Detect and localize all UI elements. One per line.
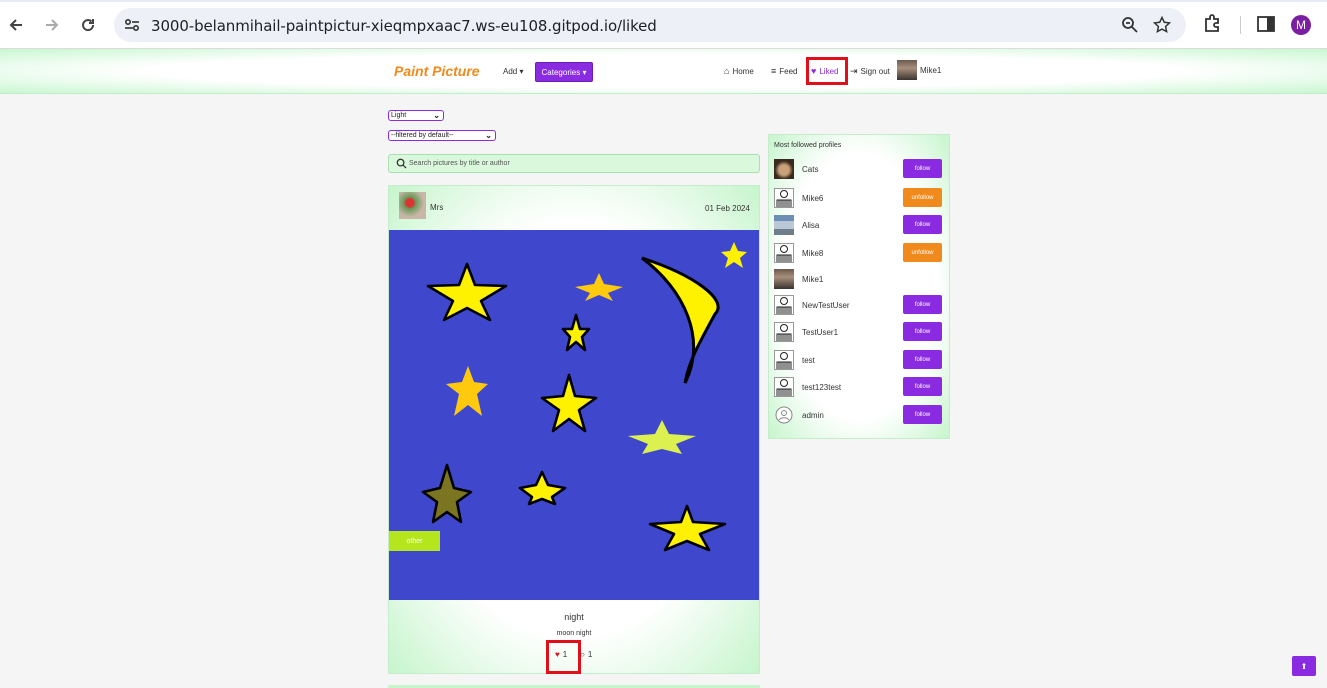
- follow-button[interactable]: follow: [903, 215, 942, 234]
- profile-name[interactable]: test123test: [802, 383, 841, 392]
- post-date: 01 Feb 2024: [705, 204, 750, 213]
- comment-button[interactable]: ○ 1: [580, 650, 592, 659]
- sign-out-icon: ⇥: [850, 66, 858, 76]
- address-bar[interactable]: 3000-belanmihail-paintpictur-xieqmpxaac7…: [114, 8, 1186, 42]
- profile-name[interactable]: admin: [802, 411, 824, 420]
- add-label: Add: [503, 67, 518, 76]
- add-dropdown[interactable]: Add ▾: [503, 67, 523, 76]
- nav-feed[interactable]: ≡ Feed: [771, 66, 798, 76]
- profile-row: admin follow: [774, 405, 944, 425]
- highlight-box-liked: [806, 57, 848, 85]
- profile-avatar[interactable]: [774, 215, 794, 235]
- sidebar-title: Most followed profiles: [774, 142, 842, 149]
- site-info-icon[interactable]: [123, 16, 141, 34]
- profile-avatar[interactable]: M: [1291, 15, 1311, 35]
- profile-name[interactable]: Mike6: [802, 194, 823, 203]
- profile-name[interactable]: Mike1: [802, 275, 823, 284]
- nav-sign-out-label: Sign out: [860, 67, 890, 76]
- chevron-down-icon: ⌄: [485, 131, 492, 140]
- reload-icon[interactable]: [75, 12, 101, 38]
- profile-name[interactable]: Alisa: [802, 221, 819, 230]
- app-navbar: [0, 49, 1327, 94]
- search-placeholder: Search pictures by title or author: [409, 160, 510, 167]
- post-painting[interactable]: [389, 230, 759, 600]
- unfollow-button[interactable]: unfollow: [903, 243, 942, 262]
- scroll-to-top-button[interactable]: ⬆: [1292, 656, 1316, 676]
- bookmark-star-icon[interactable]: [1153, 16, 1171, 34]
- comment-icon: ○: [580, 650, 585, 659]
- profile-row: Mike1: [774, 269, 944, 289]
- user-avatar[interactable]: [897, 60, 917, 80]
- tab-strip-edge: [0, 0, 1327, 2]
- categories-label: Categories: [541, 67, 581, 77]
- follow-button[interactable]: follow: [903, 322, 942, 341]
- list-icon: ≡: [771, 66, 777, 76]
- nav-home[interactable]: ⌂ Home: [724, 66, 754, 76]
- profile-avatar[interactable]: [774, 188, 794, 208]
- follow-button[interactable]: follow: [903, 405, 942, 424]
- nav-home-label: Home: [732, 66, 754, 76]
- arrow-up-icon: ⬆: [1300, 661, 1308, 671]
- toolbar-divider: [1240, 16, 1241, 34]
- chevron-down-icon: ▾: [519, 67, 524, 76]
- post-author[interactable]: Mrs: [430, 203, 443, 212]
- comment-count: 1: [587, 650, 593, 659]
- theme-select[interactable]: Light ⌄: [388, 110, 444, 121]
- profile-row: TestUser1 follow: [774, 322, 944, 342]
- nav-user-label: Mike1: [920, 66, 942, 75]
- profile-row: NewTestUser follow: [774, 295, 944, 315]
- follow-button[interactable]: follow: [903, 295, 942, 314]
- profile-name[interactable]: TestUser1: [802, 328, 838, 337]
- post-author-avatar[interactable]: [399, 192, 426, 219]
- filter-select[interactable]: --filtered by default-- ⌄: [388, 130, 496, 141]
- profile-avatar[interactable]: [774, 350, 794, 370]
- nav-feed-label: Feed: [779, 66, 798, 76]
- profile-avatar[interactable]: [774, 243, 794, 263]
- profile-avatar[interactable]: [774, 405, 794, 425]
- chevron-down-icon: ▾: [582, 67, 587, 77]
- profile-avatar[interactable]: [774, 269, 794, 289]
- profile-row: test follow: [774, 350, 944, 370]
- follow-button[interactable]: follow: [903, 350, 942, 369]
- theme-select-value: Light: [391, 112, 407, 119]
- post-title: night: [564, 612, 584, 622]
- back-icon[interactable]: [3, 12, 29, 38]
- url-text[interactable]: 3000-belanmihail-paintpictur-xieqmpxaac7…: [151, 17, 657, 35]
- category-tag[interactable]: other: [389, 531, 440, 551]
- extensions-icon[interactable]: [1201, 12, 1225, 36]
- profile-row: Mike6 unfollow: [774, 188, 944, 208]
- search-icon: [396, 158, 407, 169]
- search-input[interactable]: Search pictures by title or author: [388, 154, 760, 173]
- follow-button[interactable]: follow: [903, 377, 942, 396]
- profile-avatar[interactable]: [774, 159, 794, 179]
- nav-sign-out[interactable]: ⇥ Sign out: [850, 66, 890, 77]
- nav-user[interactable]: Mike1: [920, 66, 941, 75]
- side-panel-icon[interactable]: [1254, 12, 1278, 36]
- profile-row: Alisa follow: [774, 215, 944, 235]
- profile-name[interactable]: test: [802, 356, 815, 365]
- filter-select-value: --filtered by default--: [391, 132, 454, 139]
- unfollow-button[interactable]: unfollow: [903, 188, 942, 207]
- forward-icon[interactable]: [39, 12, 65, 38]
- profile-avatar[interactable]: [774, 377, 794, 397]
- profile-avatar[interactable]: [774, 322, 794, 342]
- profile-name[interactable]: Cats: [802, 165, 818, 174]
- post-description: moon night: [556, 630, 592, 637]
- categories-dropdown[interactable]: Categories ▾: [535, 62, 593, 82]
- brand-logo[interactable]: Paint Picture: [394, 63, 480, 79]
- browser-toolbar: 3000-belanmihail-paintpictur-xieqmpxaac7…: [0, 0, 1327, 49]
- profile-row: Cats follow: [774, 159, 944, 179]
- follow-button[interactable]: follow: [903, 159, 942, 178]
- profile-row: Mike8 unfollow: [774, 243, 944, 263]
- profile-row: test123test follow: [774, 377, 944, 397]
- home-icon: ⌂: [724, 66, 730, 76]
- chevron-down-icon: ⌄: [433, 111, 440, 120]
- profile-avatar[interactable]: [774, 295, 794, 315]
- profile-name[interactable]: NewTestUser: [802, 301, 850, 310]
- profile-name[interactable]: Mike8: [802, 249, 823, 258]
- zoom-icon[interactable]: [1121, 16, 1139, 34]
- highlight-box-like: [546, 640, 581, 674]
